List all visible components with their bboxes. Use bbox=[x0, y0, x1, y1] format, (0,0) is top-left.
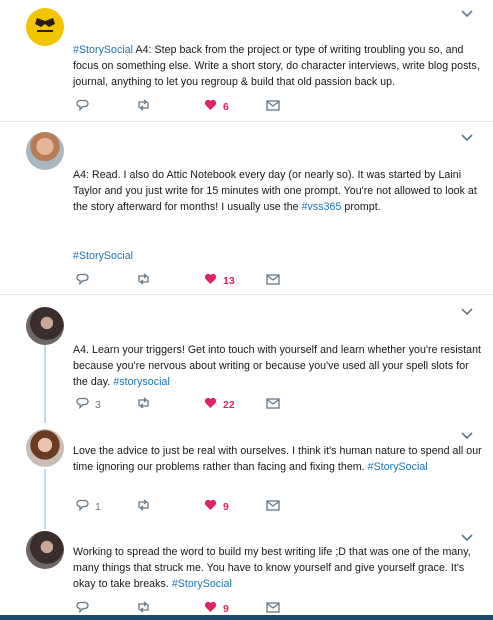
reply-icon bbox=[76, 396, 89, 414]
reply-count: 3 bbox=[95, 399, 101, 411]
envelope-icon bbox=[266, 272, 280, 290]
retweet-icon bbox=[136, 272, 151, 290]
hashtag-link[interactable]: #vss365 bbox=[302, 201, 342, 213]
retweet-button[interactable] bbox=[136, 397, 157, 413]
like-button[interactable]: 13 bbox=[204, 273, 235, 289]
tweet[interactable]: Working to spread the word to build my b… bbox=[0, 525, 493, 617]
retweet-icon bbox=[136, 98, 151, 116]
chevron-down-icon[interactable] bbox=[461, 432, 473, 440]
reply-button[interactable]: 1 bbox=[76, 499, 101, 515]
reply-button[interactable] bbox=[76, 99, 95, 115]
chevron-down-icon[interactable] bbox=[461, 308, 473, 316]
tweet-text-segment: A4: Read. I also do Attic Notebook every… bbox=[73, 169, 477, 213]
tweet-actions: 19 bbox=[73, 499, 293, 515]
direct-message-button[interactable] bbox=[266, 273, 280, 289]
tweet-text: Working to spread the word to build my b… bbox=[73, 544, 483, 592]
tweet-text: Love the advice to just be real with our… bbox=[73, 443, 483, 475]
envelope-icon bbox=[266, 498, 280, 516]
chevron-down-icon[interactable] bbox=[461, 10, 473, 18]
chevron-down-icon[interactable] bbox=[461, 134, 473, 142]
tweet-text-segment: prompt. bbox=[341, 201, 381, 213]
reply-count: 1 bbox=[95, 501, 101, 513]
like-count: 22 bbox=[223, 399, 235, 411]
tweet[interactable]: A4: Read. I also do Attic Notebook every… bbox=[0, 122, 493, 294]
logo-icon bbox=[35, 18, 55, 32]
reply-icon bbox=[76, 272, 89, 290]
envelope-icon bbox=[266, 396, 280, 414]
bottom-bar bbox=[0, 615, 493, 620]
direct-message-button[interactable] bbox=[266, 99, 280, 115]
direct-message-button[interactable] bbox=[266, 397, 280, 413]
retweet-icon bbox=[136, 396, 151, 414]
avatar[interactable] bbox=[26, 8, 64, 46]
tweet-text: A4: Read. I also do Attic Notebook every… bbox=[73, 167, 483, 215]
like-count: 9 bbox=[223, 501, 229, 513]
tweet[interactable]: A4. Learn your triggers! Get into touch … bbox=[0, 295, 493, 421]
like-button[interactable]: 9 bbox=[204, 499, 229, 515]
retweet-button[interactable] bbox=[136, 99, 157, 115]
avatar[interactable] bbox=[26, 429, 64, 467]
retweet-button[interactable] bbox=[136, 499, 157, 515]
tweet[interactable]: Love the advice to just be real with our… bbox=[0, 423, 493, 521]
like-button[interactable]: 22 bbox=[204, 397, 235, 413]
like-button[interactable]: 6 bbox=[204, 99, 229, 115]
like-count: 9 bbox=[223, 603, 229, 615]
tweet-text: #StorySocial A4: Step back from the proj… bbox=[73, 42, 483, 90]
hashtag-link[interactable]: #StorySocial bbox=[73, 44, 133, 56]
retweet-button[interactable] bbox=[136, 273, 157, 289]
tweet-hashtag[interactable]: #StorySocial bbox=[73, 248, 483, 264]
tweet-actions: 13 bbox=[73, 273, 293, 289]
hashtag-link[interactable]: #StorySocial bbox=[172, 578, 232, 590]
reply-icon bbox=[76, 98, 89, 116]
tweet[interactable]: #StorySocial A4: Step back from the proj… bbox=[0, 0, 493, 120]
tweet-actions: 3 22 bbox=[73, 397, 293, 413]
heart-icon bbox=[204, 98, 217, 116]
tweet-text-segment: A4: Step back from the project or type o… bbox=[73, 44, 480, 88]
envelope-icon bbox=[266, 98, 280, 116]
like-count: 13 bbox=[223, 275, 235, 287]
hashtag-link[interactable]: #storysocial bbox=[113, 376, 170, 388]
tweet-text: A4. Learn your triggers! Get into touch … bbox=[73, 342, 483, 390]
like-count: 6 bbox=[223, 101, 229, 113]
retweet-icon bbox=[136, 498, 151, 516]
direct-message-button[interactable] bbox=[266, 499, 280, 515]
chevron-down-icon[interactable] bbox=[461, 534, 473, 542]
heart-icon bbox=[204, 272, 217, 290]
avatar[interactable] bbox=[26, 307, 64, 345]
reply-button[interactable]: 3 bbox=[76, 397, 101, 413]
avatar[interactable] bbox=[26, 132, 64, 170]
reply-icon bbox=[76, 498, 89, 516]
avatar[interactable] bbox=[26, 531, 64, 569]
hashtag-link[interactable]: #StorySocial bbox=[368, 461, 428, 473]
heart-icon bbox=[204, 396, 217, 414]
tweet-text-segment: Working to spread the word to build my b… bbox=[73, 546, 471, 590]
tweet-actions: 6 bbox=[73, 99, 293, 115]
reply-button[interactable] bbox=[76, 273, 95, 289]
heart-icon bbox=[204, 498, 217, 516]
